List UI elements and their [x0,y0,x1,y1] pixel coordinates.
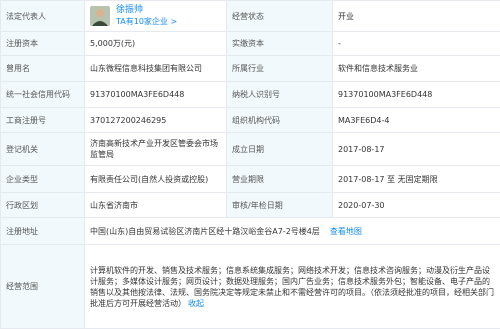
region-label: 行政区划 [1,193,85,218]
row-credit-code: 统一社会信用代码 91370100MA3FE6D448 纳税人识别号 91370… [1,82,500,108]
company-info-table: 法定代表人 徐振帅 TA有10家企业 > 经营状态 开业 注册资本 5,0 [0,0,500,329]
row-address: 注册地址 中国(山东)自由贸易试验区济南片区经十路汉峪金谷A7-2号楼4层 查看… [1,218,500,245]
company-type-label: 企业类型 [1,166,85,193]
reg-number-label: 工商注册号 [1,108,85,133]
credit-code-label: 统一社会信用代码 [1,82,85,108]
related-companies-link[interactable]: TA有10家企业 > [116,16,177,27]
industry-value: 软件和信息技术服务业 [333,56,500,82]
authority-label: 登记机关 [1,133,85,166]
address-value: 中国(山东)自由贸易试验区济南片区经十路汉峪金谷A7-2号楼4层 [90,226,320,237]
address-cell: 中国(山东)自由贸易试验区济南片区经十路汉峪金谷A7-2号楼4层 查看地图 [85,218,500,245]
established-value: 2017-08-17 [333,133,500,166]
legal-rep-name-link[interactable]: 徐振帅 [116,5,177,16]
former-name-value: 山东微程信息科技集团有限公司 [85,56,227,82]
credit-code-value: 91370100MA3FE6D448 [85,82,227,108]
legal-rep-cell: 徐振帅 TA有10家企业 > [85,1,227,32]
paid-capital-value: - [333,32,500,56]
row-legal-rep: 法定代表人 徐振帅 TA有10家企业 > 经营状态 开业 [1,1,500,32]
row-reg-number: 工商注册号 370127200246295 组织机构代码 MA3FE6D4-4 [1,108,500,133]
status-label: 经营状态 [227,1,333,32]
scope-value: 计算机软件的开发、销售及技术服务；信息系统集成服务；网络技术开发；信息技术咨询服… [90,266,494,308]
approval-date-value: 2020-07-30 [333,193,500,218]
row-region: 行政区划 山东省济南市 审核/年检日期 2020-07-30 [1,193,500,218]
person-photo-icon [90,6,110,26]
scope-cell: 计算机软件的开发、销售及技术服务；信息系统集成服务；网络技术开发；信息技术咨询服… [85,245,500,329]
former-name-label: 曾用名 [1,56,85,82]
scope-label: 经营范围 [1,245,85,329]
legal-rep-label: 法定代表人 [1,1,85,32]
reg-capital-label: 注册资本 [1,32,85,56]
view-map-link[interactable]: 查看地图 [330,226,362,237]
row-company-type: 企业类型 有限责任公司(自然人投资或控股) 营业期限 2017-08-17 至 … [1,166,500,193]
status-value: 开业 [333,1,500,32]
reg-capital-value: 5,000万(元) [85,32,227,56]
paid-capital-label: 实缴资本 [227,32,333,56]
taxpayer-id-label: 纳税人识别号 [227,82,333,108]
avatar[interactable] [90,6,110,26]
org-code-label: 组织机构代码 [227,108,333,133]
row-scope: 经营范围 计算机软件的开发、销售及技术服务；信息系统集成服务；网络技术开发；信息… [1,245,500,329]
taxpayer-id-value: 91370100MA3FE6D448 [333,82,500,108]
authority-value: 济南高新技术产业开发区管委会市场监管局 [85,133,227,166]
row-authority: 登记机关 济南高新技术产业开发区管委会市场监管局 成立日期 2017-08-17 [1,133,500,166]
row-former-name: 曾用名 山东微程信息科技集团有限公司 所属行业 软件和信息技术服务业 [1,56,500,82]
term-value: 2017-08-17 至 无固定期限 [333,166,500,193]
approval-date-label: 审核/年检日期 [227,193,333,218]
collapse-link[interactable]: 收起 [188,299,204,308]
reg-number-value: 370127200246295 [85,108,227,133]
address-label: 注册地址 [1,218,85,245]
row-capital: 注册资本 5,000万(元) 实缴资本 - [1,32,500,56]
org-code-value: MA3FE6D4-4 [333,108,500,133]
region-value: 山东省济南市 [85,193,227,218]
industry-label: 所属行业 [227,56,333,82]
company-type-value: 有限责任公司(自然人投资或控股) [85,166,227,193]
established-label: 成立日期 [227,133,333,166]
term-label: 营业期限 [227,166,333,193]
